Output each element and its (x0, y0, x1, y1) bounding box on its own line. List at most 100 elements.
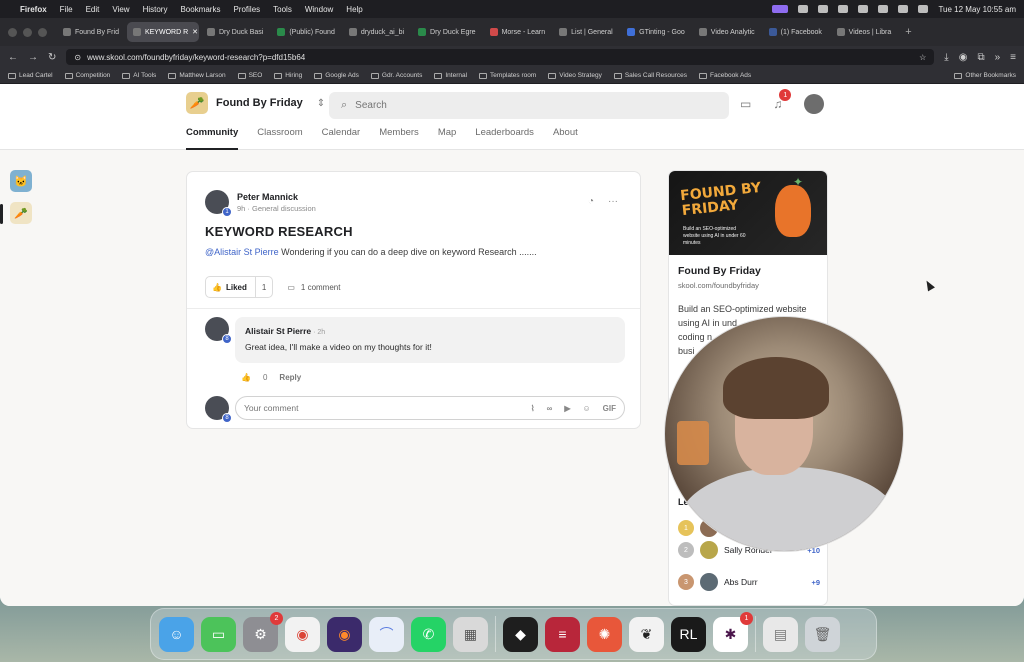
minimize-window-button[interactable] (23, 27, 32, 37)
downloads-icon[interactable]: ⤓ (944, 52, 948, 63)
comment-input[interactable] (244, 403, 531, 413)
browser-tab[interactable]: Dry Duck Egre (412, 22, 482, 42)
more-options-icon[interactable]: ··· (608, 196, 618, 207)
browser-tab[interactable]: Morse - Learn (484, 22, 552, 42)
whatsapp-icon[interactable]: ✆ (411, 616, 446, 652)
reload-icon[interactable]: ↻ (48, 52, 56, 63)
menu-window[interactable]: Window (305, 5, 333, 14)
arc-icon[interactable]: ⌒ (369, 616, 404, 652)
group-switcher[interactable]: 🥕 Found By Friday ⇕ (186, 92, 325, 114)
settings-icon[interactable]: ⚙ 2 (243, 611, 283, 652)
maximize-window-button[interactable] (38, 27, 47, 37)
emoji-icon[interactable]: ☺ (582, 404, 590, 413)
bookmark-item[interactable]: Gdr. Accounts (370, 72, 422, 79)
commenter-avatar[interactable]: 8 (205, 317, 232, 344)
user-mention[interactable]: @Alistair St Pierre (205, 247, 279, 257)
video-icon[interactable]: ▶ (564, 404, 570, 413)
bookmark-item[interactable]: SEO (237, 72, 262, 79)
bell-icon[interactable]: ♫ 1 (773, 89, 792, 111)
close-tab-icon[interactable]: ✕ (192, 28, 198, 36)
tab-map[interactable]: Map (438, 127, 456, 150)
forward-icon[interactable]: → (28, 52, 38, 63)
account-icon[interactable]: ◉ (959, 52, 968, 63)
leaderboard-row[interactable]: 3 Abs Durr +9 (678, 573, 820, 591)
bookmark-item[interactable]: Video Strategy (548, 72, 602, 79)
site-info-icon[interactable]: ⊙ (74, 53, 81, 62)
trash-icon[interactable]: 🗑 (805, 616, 840, 652)
screen-recorder-icon[interactable] (772, 5, 789, 13)
bookmark-item[interactable]: Facebook Ads (698, 72, 751, 79)
comment-input-box[interactable]: ⌇ ∞ ▶ ☺ GIF (235, 396, 625, 420)
bookmark-item[interactable]: Sales Call Resources (613, 72, 687, 79)
slack-icon[interactable]: ✱ 1 (713, 611, 753, 652)
menu-help[interactable]: Help (346, 5, 362, 14)
group-rail-item[interactable]: 🐱 (10, 170, 32, 192)
address-bar[interactable]: ⊙ www.skool.com/foundbyfriday/keyword-re… (66, 49, 935, 65)
todoist-icon[interactable]: ≡ (545, 616, 580, 652)
bookmark-item[interactable]: Hiring (274, 72, 302, 79)
reply-button[interactable]: Reply (279, 373, 301, 382)
browser-tab[interactable]: Video Analytic (693, 22, 761, 42)
wifi-icon[interactable] (878, 5, 889, 13)
menu-view[interactable]: View (112, 5, 129, 14)
search-bar[interactable]: ⌕ (329, 92, 729, 119)
tab-calendar[interactable]: Calendar (322, 127, 361, 150)
back-icon[interactable]: ← (8, 52, 18, 63)
menu-profiles[interactable]: Profiles (233, 5, 260, 14)
status-icon[interactable] (838, 5, 849, 13)
tab-classroom[interactable]: Classroom (257, 127, 302, 150)
bookmark-item[interactable]: Internal (434, 72, 467, 79)
comment-count[interactable]: ▭ 1 comment (287, 283, 340, 292)
menu-file[interactable]: File (60, 5, 73, 14)
menu-edit[interactable]: Edit (86, 5, 100, 14)
chrome-icon[interactable]: ◉ (285, 616, 320, 652)
extensions-icon[interactable]: ⧉ (977, 52, 984, 63)
menu-app-name[interactable]: Firefox (20, 5, 47, 14)
chat-icon[interactable]: ▭ (740, 97, 751, 111)
browser-tab[interactable]: (Public) Found (271, 22, 341, 42)
bookmark-star-icon[interactable]: ☆ (919, 53, 926, 62)
search-icon[interactable] (898, 5, 909, 13)
finder-icon[interactable]: ☺ (159, 616, 194, 652)
close-window-button[interactable] (8, 27, 17, 37)
browser-tab[interactable]: (1) Facebook (763, 22, 829, 42)
cube-app-icon[interactable]: ◆ (503, 616, 538, 652)
comment-author-name[interactable]: Alistair St Pierre (245, 326, 311, 336)
profile-avatar[interactable] (804, 94, 825, 114)
bookmark-item[interactable]: AI Tools (122, 72, 156, 79)
hamburger-menu-icon[interactable]: ≡ (1010, 52, 1016, 63)
bell-icon[interactable]: ◔ (588, 196, 594, 207)
battery-icon[interactable] (858, 5, 869, 13)
calculator-icon[interactable]: ▦ (453, 616, 488, 652)
downloads-stack-icon[interactable]: ▤ (763, 616, 798, 652)
new-tab-button[interactable]: + (899, 26, 917, 38)
tab-leaderboards[interactable]: Leaderboards (475, 127, 534, 150)
webcam-overlay[interactable] (664, 316, 904, 552)
status-icon[interactable] (818, 5, 829, 13)
bookmark-item[interactable]: Competition (64, 72, 110, 79)
search-input[interactable] (355, 100, 696, 111)
menu-bookmarks[interactable]: Bookmarks (180, 5, 220, 14)
rl-app-icon[interactable]: RL (671, 616, 706, 652)
squirrel-app-icon[interactable]: ❦ (629, 616, 664, 652)
bookmark-item[interactable]: Lead Cartel (8, 72, 53, 79)
status-icon[interactable] (798, 5, 809, 13)
overflow-menu-icon[interactable]: » (995, 52, 1001, 63)
author-avatar[interactable]: 1 (205, 190, 232, 217)
thumbs-up-icon[interactable]: 👍 (241, 373, 251, 382)
messages-icon[interactable]: ▭ (201, 616, 236, 652)
like-count[interactable]: 1 (256, 283, 272, 292)
browser-tab-active[interactable]: KEYWORD R ✕ (126, 22, 199, 42)
post-author-name[interactable]: Peter Mannick (237, 192, 316, 202)
browser-tab[interactable]: dryduck_ai_bi (343, 22, 410, 42)
group-rail-item-active[interactable]: 🥕 (10, 202, 32, 224)
firefox-icon[interactable]: ◉ (327, 616, 362, 652)
control-center-icon[interactable] (918, 5, 929, 13)
other-bookmarks[interactable]: Other Bookmarks (954, 72, 1016, 79)
bookmark-item[interactable]: Templates room (479, 72, 536, 79)
like-button[interactable]: 👍 Liked 1 (205, 276, 274, 298)
browser-tab[interactable]: List | General (553, 22, 619, 42)
tab-community[interactable]: Community (186, 127, 239, 150)
claude-icon[interactable]: ✺ (587, 616, 622, 652)
attachment-icon[interactable]: ⌇ (531, 404, 535, 413)
